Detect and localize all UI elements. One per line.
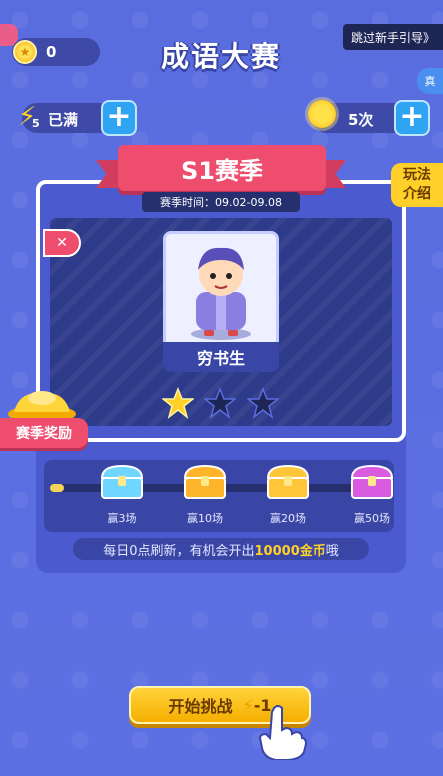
treasure-chest-icon[interactable] [98,462,146,502]
game-title: 成语大赛 [160,40,281,73]
treasure-chest-icon[interactable] [348,462,396,502]
info-banner: 每日0点刷新，有机会开出 10000金币 哦 [73,538,369,560]
treasure-chest-icon[interactable] [264,462,312,502]
cross-swords-icon[interactable]: ✕ [43,229,81,257]
energy-count: 5 [32,117,40,130]
skip-tutorial-button[interactable]: 跳过新手引导》 [343,24,443,50]
chest-label: 赢3场 [107,512,137,525]
coin-value: 0 [46,43,57,61]
coin-icon: ★ [13,40,37,64]
chest-label: 赢50场 [354,512,390,525]
energy-label: 已满 [48,111,79,129]
star-empty-icon [204,387,236,419]
add-sun-button[interactable]: + [394,100,430,136]
progress-fill [50,484,64,492]
add-energy-button[interactable]: + [101,100,137,136]
sun-label: 5次 [348,111,374,129]
info-prefix: 每日0点刷新，有机会开出 [103,543,255,559]
side-tab[interactable]: 真 [417,68,443,94]
pointing-hand-icon [258,705,308,760]
star-filled-icon [162,387,194,419]
sun-icon [308,100,336,128]
star-empty-icon [247,387,279,419]
season-reward-button[interactable]: 赛季奖励 [0,418,88,448]
play-guide-button[interactable]: 玩法介绍 [391,163,443,207]
info-suffix: 哦 [325,543,339,559]
chest-label: 赢10场 [187,512,223,525]
start-label: 开始挑战 [168,697,233,716]
scholar-character-icon [191,247,251,340]
chest-label: 赢20场 [270,512,306,525]
character-name: 穷书生 [163,342,279,372]
season-title: S1赛季 [118,145,326,191]
treasure-chest-icon[interactable] [181,462,229,502]
lightning-icon: ⚡ [242,695,254,715]
season-time: 赛季时间：09.02-09.08 [142,192,300,212]
info-highlight: 10000金币 [254,543,326,559]
play-guide-label: 玩法介绍 [403,167,431,202]
